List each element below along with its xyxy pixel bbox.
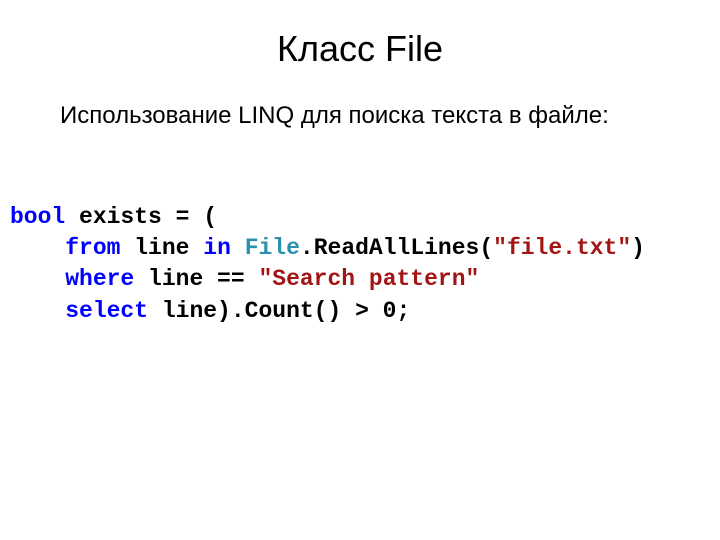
keyword-where: where: [65, 266, 134, 292]
code-indent: [10, 298, 65, 324]
keyword-bool: bool: [10, 204, 65, 230]
code-indent: [10, 266, 65, 292]
code-text: [231, 235, 245, 261]
slide: Класс File Использование LINQ для поиска…: [0, 0, 720, 540]
slide-subtitle: Использование LINQ для поиска текста в ф…: [0, 80, 720, 132]
code-text: line: [120, 235, 203, 261]
code-text: ): [631, 235, 645, 261]
code-text: line).Count() > 0;: [148, 298, 410, 324]
keyword-from: from: [65, 235, 120, 261]
code-block: bool exists = ( from line in File.ReadAl…: [0, 132, 720, 326]
type-file: File: [245, 235, 300, 261]
string-literal: "Search pattern": [258, 266, 479, 292]
slide-title: Класс File: [0, 0, 720, 80]
code-indent: [10, 235, 65, 261]
code-text: exists = (: [65, 204, 217, 230]
string-literal: "file.txt": [493, 235, 631, 261]
code-text: .ReadAllLines(: [300, 235, 493, 261]
code-text: line ==: [134, 266, 258, 292]
keyword-select: select: [65, 298, 148, 324]
keyword-in: in: [203, 235, 231, 261]
